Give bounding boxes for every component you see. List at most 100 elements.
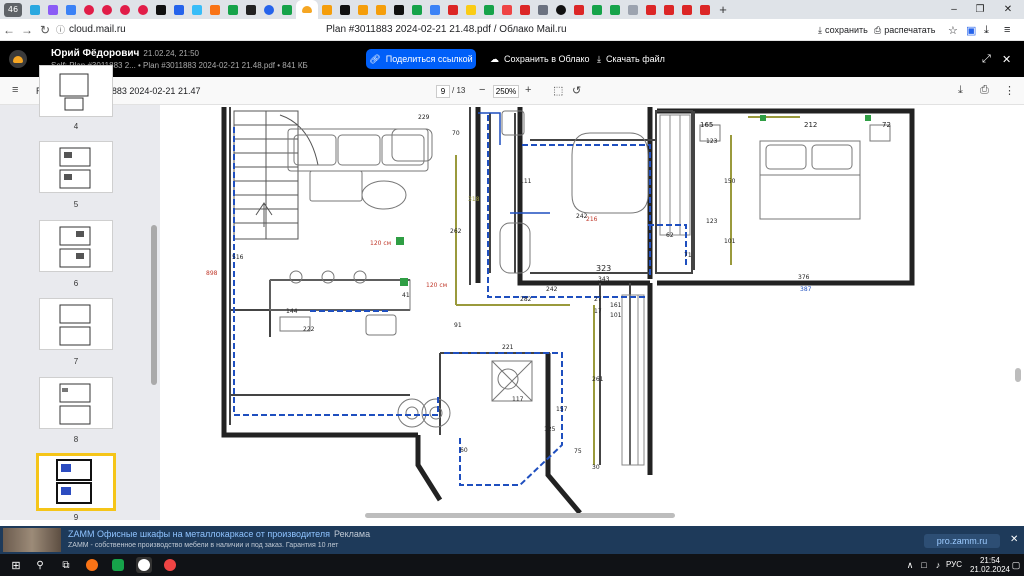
bookmark-icon[interactable]: ☆ <box>948 22 958 38</box>
tab-favicon[interactable] <box>26 0 44 19</box>
tab-favicon[interactable] <box>516 0 534 19</box>
ad-domain-button[interactable]: pro.zamm.ru <box>924 534 1000 548</box>
tab-favicon[interactable] <box>372 0 390 19</box>
tab-favicon[interactable] <box>188 0 206 19</box>
tab-favicon[interactable] <box>480 0 498 19</box>
tab-favicon[interactable] <box>152 0 170 19</box>
zoom-input[interactable]: 250% <box>493 85 519 98</box>
cloud-logo-icon[interactable] <box>9 50 27 68</box>
save-page-button[interactable]: ⤓ сохранить <box>818 22 868 38</box>
rotate-icon[interactable]: ↺ <box>572 84 581 97</box>
print-page-button[interactable]: ⎙ распечатать <box>874 22 935 38</box>
tab-count-badge[interactable]: 46 <box>4 2 22 17</box>
zoom-out-icon[interactable]: − <box>479 84 485 96</box>
tab-favicon[interactable] <box>624 0 642 19</box>
task-view-icon[interactable]: ⧉ <box>58 557 74 573</box>
tab-favicon[interactable] <box>606 0 624 19</box>
tab-favicon[interactable] <box>116 0 134 19</box>
share-link-button[interactable]: 🔗︎ Поделиться ссылкой <box>366 49 476 69</box>
tab-favicon[interactable] <box>80 0 98 19</box>
extension-icon[interactable]: ▣ <box>966 22 976 38</box>
language-indicator[interactable]: РУС <box>946 560 962 569</box>
close-viewer-icon[interactable]: ✕ <box>1002 53 1011 66</box>
tab-favicon[interactable] <box>336 0 354 19</box>
ad-banner[interactable]: ZAMM Офисные шкафы на металлокаркасе от … <box>0 526 1024 554</box>
tab-favicon[interactable] <box>354 0 372 19</box>
clock[interactable]: 21:54 21.02.2024 <box>966 556 1014 574</box>
tab-favicon[interactable] <box>588 0 606 19</box>
tab-favicon[interactable] <box>462 0 480 19</box>
sidebar-menu-icon[interactable]: ≡ <box>12 84 18 96</box>
tab-favicon[interactable] <box>552 0 570 19</box>
dimension-222: 222 <box>303 326 315 333</box>
url-field[interactable]: ⓘ cloud.mail.ru <box>56 22 126 38</box>
search-icon[interactable]: ⚲ <box>32 557 48 573</box>
tab-favicon[interactable] <box>660 0 678 19</box>
dimension-898: 898 <box>206 270 218 277</box>
more-options-icon[interactable]: ⋮ <box>1004 84 1015 97</box>
maximize-icon[interactable]: ❐ <box>966 0 994 19</box>
start-icon[interactable]: ⊞ <box>8 557 24 573</box>
tab-favicon[interactable] <box>534 0 552 19</box>
volume-icon[interactable]: ♪ <box>930 557 946 573</box>
tab-favicon[interactable] <box>426 0 444 19</box>
tab-favicon[interactable] <box>390 0 408 19</box>
tab-favicon[interactable] <box>242 0 260 19</box>
print-pdf-icon[interactable]: ⎙ <box>980 84 989 97</box>
tab-favicon[interactable] <box>318 0 336 19</box>
tab-favicon[interactable] <box>44 0 62 19</box>
sidebar-scrollbar[interactable] <box>151 225 157 385</box>
tab-favicon[interactable] <box>678 0 696 19</box>
horizontal-scrollbar[interactable] <box>365 513 675 518</box>
page-thumbnail[interactable] <box>39 220 113 272</box>
fullscreen-icon[interactable]: ⤢ <box>982 53 991 66</box>
download-tray-icon[interactable]: ⤓ <box>984 22 989 38</box>
download-pdf-icon[interactable]: ⤓ <box>958 84 963 97</box>
tab-favicon[interactable] <box>696 0 714 19</box>
page-thumbnail[interactable] <box>39 377 113 429</box>
tab-favicon[interactable] <box>98 0 116 19</box>
page-thumbnail[interactable] <box>39 65 113 117</box>
tab-favicon[interactable] <box>224 0 242 19</box>
forward-icon[interactable]: → <box>18 21 36 39</box>
tab-favicon[interactable] <box>408 0 426 19</box>
page-thumbnail[interactable] <box>39 141 113 193</box>
tab-favicon[interactable] <box>278 0 296 19</box>
notifications-icon[interactable]: ▢ <box>1008 557 1024 573</box>
tab-favicon[interactable] <box>134 0 152 19</box>
firefox-icon[interactable] <box>84 557 100 573</box>
new-tab-icon[interactable]: + <box>714 0 732 19</box>
yandex-icon[interactable] <box>162 557 178 573</box>
minimize-icon[interactable]: – <box>940 0 968 19</box>
reload-icon[interactable]: ↻ <box>36 21 54 39</box>
tab-favicon[interactable] <box>62 0 80 19</box>
app-icon[interactable] <box>110 557 126 573</box>
zoom-in-icon[interactable]: + <box>525 84 531 96</box>
back-icon[interactable]: ← <box>0 21 18 39</box>
thumbnail-number: 9 <box>73 513 79 522</box>
tab-favicon[interactable] <box>170 0 188 19</box>
vertical-scrollbar[interactable] <box>1015 368 1021 382</box>
dimension-343: 343 <box>598 276 610 283</box>
page-thumbnail-active[interactable] <box>36 453 116 511</box>
page-number-input[interactable]: 9 <box>436 85 450 98</box>
tab-favicon[interactable] <box>642 0 660 19</box>
tab-favicon[interactable] <box>444 0 462 19</box>
page-thumbnail[interactable] <box>39 298 113 350</box>
dimension-125: 125 <box>544 426 556 433</box>
download-file-button[interactable]: ⤓ Скачать файл <box>597 49 665 69</box>
ad-close-icon[interactable]: ✕ <box>1010 534 1018 545</box>
save-to-cloud-button[interactable]: ☁ Сохранить в Облако <box>490 49 590 69</box>
site-info-icon[interactable]: ⓘ <box>56 23 65 36</box>
tab-favicon[interactable] <box>260 0 278 19</box>
close-window-icon[interactable]: ✕ <box>994 0 1022 19</box>
tab-favicon[interactable] <box>206 0 224 19</box>
ad-image[interactable] <box>3 528 61 552</box>
ad-title[interactable]: ZAMM Офисные шкафы на металлокаркасе от … <box>68 529 370 539</box>
tab-favicon[interactable] <box>498 0 516 19</box>
fit-page-icon[interactable]: ⬚ <box>553 84 563 97</box>
menu-icon[interactable]: ≡ <box>1004 22 1010 38</box>
tab-favicon[interactable] <box>570 0 588 19</box>
active-tab[interactable] <box>296 0 318 19</box>
yandex-browser-icon[interactable] <box>136 557 152 573</box>
